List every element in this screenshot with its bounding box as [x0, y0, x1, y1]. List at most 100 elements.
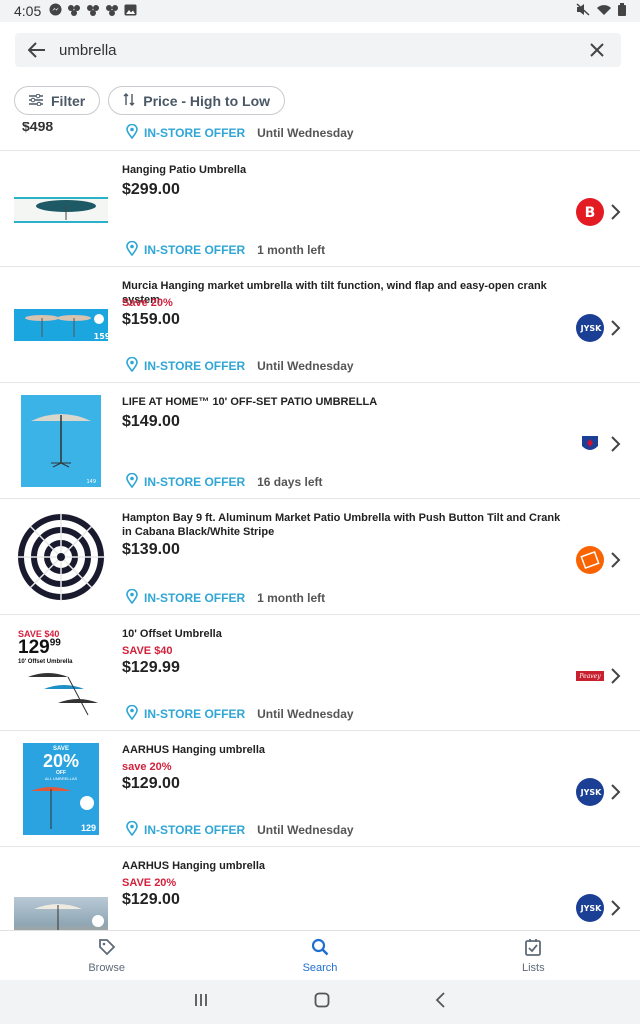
- chevron-right-icon: [611, 900, 621, 916]
- offer-label: IN-STORE OFFER: [144, 707, 246, 721]
- tag-icon: [98, 938, 116, 959]
- location-pin-icon: [126, 472, 138, 491]
- product-price: $159.00: [122, 311, 180, 328]
- offer-info: IN-STORE OFFER 16 days left: [126, 472, 323, 491]
- location-pin-icon: [126, 704, 138, 723]
- product-title: 10' Offset Umbrella: [122, 628, 222, 640]
- product-thumbnail: 149: [14, 395, 108, 487]
- location-pin-icon: [126, 820, 138, 839]
- system-nav-bar: [0, 980, 640, 1024]
- offer-info: IN-STORE OFFER Until Wednesday: [126, 704, 354, 723]
- product-title: Murcia Hanging market umbrella with tilt…: [122, 280, 547, 306]
- sort-label: Price - High to Low: [143, 92, 271, 109]
- offer-time: 16 days left: [257, 475, 323, 489]
- chevron-right-icon: [611, 668, 621, 684]
- back-icon[interactable]: [435, 991, 447, 1013]
- thumb-price-label: 149: [86, 479, 96, 485]
- offer-info: IN-STORE OFFER Until Wednesday: [126, 356, 354, 375]
- save-label: SAVE $40: [122, 645, 173, 657]
- location-pin-icon: [126, 356, 138, 375]
- offer-time: 1 month left: [257, 591, 326, 605]
- results-list: $498 IN-STORE OFFER Until Wednesday Hang…: [0, 122, 640, 930]
- product-title: AARHUS Hanging umbrella: [122, 860, 266, 872]
- product-title: LIFE AT HOME™ 10' OFF-SET PATIO UMBRELLA: [122, 396, 378, 408]
- list-item[interactable]: Hanging Patio Umbrella $299.00 IN-STORE …: [0, 151, 640, 267]
- product-thumbnail: [14, 511, 108, 603]
- product-thumbnail: 129: [14, 859, 108, 930]
- filter-button[interactable]: Filter: [14, 86, 101, 115]
- wifi-icon: [596, 3, 612, 19]
- thumb-price-label: 159: [94, 332, 108, 341]
- offer-time: 1 month left: [257, 243, 326, 257]
- app-notification-icon: [86, 3, 100, 19]
- product-title: Hampton Bay 9 ft. Aluminum Market Patio …: [122, 512, 561, 538]
- checklist-icon: [524, 938, 542, 959]
- filter-row: Filter Price - High to Low: [14, 86, 286, 115]
- sort-icon: [123, 92, 135, 109]
- product-price: $299.00: [122, 181, 180, 198]
- peavey-mart-logo: Peavey: [575, 661, 605, 691]
- offer-label: IN-STORE OFFER: [144, 591, 246, 605]
- product-thumbnail: $498: [22, 122, 54, 134]
- app-notification-icon: [67, 3, 81, 19]
- offer-time: Until Wednesday: [257, 823, 354, 837]
- jysk-logo: JYSK: [575, 777, 605, 807]
- product-title: AARHUS Hanging umbrella: [122, 744, 266, 756]
- jysk-logo: JYSK: [575, 893, 605, 923]
- chevron-right-icon: [611, 552, 621, 568]
- svg-text:B: B: [585, 205, 596, 221]
- nav-browse[interactable]: Browse: [0, 931, 213, 980]
- messenger-icon: [49, 3, 62, 19]
- list-item[interactable]: Hampton Bay 9 ft. Aluminum Market Patio …: [0, 499, 640, 615]
- sort-button[interactable]: Price - High to Low: [108, 86, 286, 115]
- search-icon: [311, 938, 329, 959]
- product-thumbnail: [14, 163, 108, 255]
- image-icon: [124, 3, 137, 19]
- status-time: 4:05: [14, 3, 42, 19]
- location-pin-icon: [126, 588, 138, 607]
- list-item[interactable]: 149 LIFE AT HOME™ 10' OFF-SET PATIO UMBR…: [0, 383, 640, 499]
- nav-search[interactable]: Search: [213, 931, 426, 980]
- back-arrow-icon[interactable]: [15, 42, 59, 58]
- nav-browse-label: Browse: [88, 961, 125, 974]
- home-icon[interactable]: [314, 992, 330, 1013]
- svg-text:JYSK: JYSK: [580, 324, 603, 333]
- filter-label: Filter: [51, 92, 86, 109]
- product-thumbnail: 159: [14, 279, 108, 371]
- mute-icon: [576, 3, 590, 19]
- sliders-icon: [29, 93, 43, 109]
- save-label: SAVE 20%: [122, 877, 177, 889]
- offer-time: Until Wednesday: [257, 707, 354, 721]
- recent-apps-icon[interactable]: [193, 993, 209, 1012]
- list-item[interactable]: SAVE $40 12999 10' Offset Umbrella 10' O…: [0, 615, 640, 731]
- list-item[interactable]: 159 Murcia Hanging market umbrella with …: [0, 267, 640, 383]
- list-item[interactable]: SAVE 20% OFF ALL UMBRELLAS 129 AARHUS Ha…: [0, 731, 640, 847]
- product-price: $129.00: [122, 775, 180, 792]
- canadian-tire-logo: [575, 429, 605, 459]
- location-pin-icon: [126, 123, 138, 142]
- chevron-right-icon: [611, 784, 621, 800]
- location-pin-icon: [126, 240, 138, 259]
- clear-search-icon[interactable]: [573, 43, 621, 57]
- list-item[interactable]: $498 IN-STORE OFFER Until Wednesday: [0, 122, 640, 151]
- search-input[interactable]: [59, 41, 573, 59]
- nav-lists[interactable]: Lists: [427, 931, 640, 980]
- product-price: $139.00: [122, 541, 180, 558]
- chevron-right-icon: [611, 204, 621, 220]
- battery-icon: [618, 3, 626, 19]
- product-thumbnail: SAVE $40 12999 10' Offset Umbrella: [14, 627, 108, 719]
- offer-info: IN-STORE OFFER 1 month left: [126, 588, 326, 607]
- save-label: save 20%: [122, 761, 172, 773]
- nav-search-label: Search: [302, 961, 338, 974]
- jysk-logo: JYSK: [575, 313, 605, 343]
- home-depot-logo: [575, 545, 605, 575]
- product-title: Hanging Patio Umbrella: [122, 164, 247, 176]
- offer-label: IN-STORE OFFER: [144, 823, 246, 837]
- offer-label: IN-STORE OFFER: [144, 475, 246, 489]
- offer-label: IN-STORE OFFER: [144, 126, 246, 140]
- search-bar: [15, 33, 621, 67]
- product-thumbnail: SAVE 20% OFF ALL UMBRELLAS 129: [14, 743, 108, 835]
- list-item[interactable]: 129 AARHUS Hanging umbrella SAVE 20% $12…: [0, 847, 640, 930]
- app-notification-icon: [105, 3, 119, 19]
- chevron-right-icon: [611, 436, 621, 452]
